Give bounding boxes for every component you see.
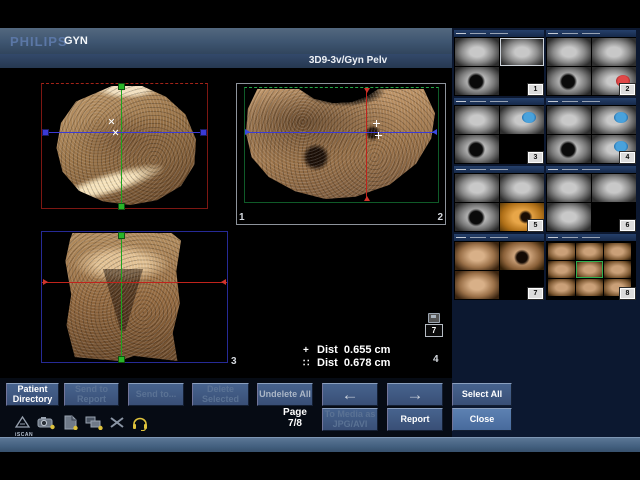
thumbnail-7[interactable]: 7 xyxy=(454,234,544,300)
measurement-result-2: ∷Dist 0.678 cm xyxy=(303,357,390,369)
thumbnail-8[interactable]: 8 xyxy=(546,234,636,300)
thumbnail-number-badge: 8 xyxy=(620,288,635,299)
measurement-1-label: Dist xyxy=(317,344,338,356)
thumbnail-number-badge: 1 xyxy=(528,84,543,95)
header-bar: PHILIPS GYN xyxy=(0,28,452,54)
caliper-2-symbol: ∷ xyxy=(303,358,317,369)
quadrant-number-2: 2 xyxy=(437,212,443,223)
thumbnail-header xyxy=(454,166,544,173)
current-image-number-badge: 7 xyxy=(425,324,443,337)
blue-line-handle xyxy=(200,129,207,136)
blue-line-handle xyxy=(245,129,250,135)
next-page-button[interactable]: → xyxy=(387,383,443,406)
delete-selected-button[interactable]: Delete Selected xyxy=(192,383,249,406)
red-line-handle xyxy=(364,196,370,201)
mpr-viewport: 1 2 3 4 7 +Dist 0.655 cm ∷Dist 0.678 cm xyxy=(0,68,452,378)
thumbnail-2[interactable]: 2 xyxy=(546,30,636,96)
thumbnail-number-badge: 6 xyxy=(620,220,635,231)
thumbnail-header xyxy=(546,30,636,37)
green-reference-line xyxy=(121,232,122,362)
thumbnail-6[interactable]: 6 xyxy=(546,166,636,232)
red-line-handle xyxy=(221,279,226,285)
caliper-x-marker xyxy=(108,118,115,125)
to-media-button[interactable]: To Media as JPG/AVI xyxy=(322,408,378,431)
thumbnail-4[interactable]: 4 xyxy=(546,98,636,164)
red-line-handle xyxy=(43,279,48,285)
blue-line-handle xyxy=(42,129,49,136)
headset-icon xyxy=(131,415,149,431)
green-line-handle xyxy=(118,203,125,210)
left-arrow-icon: ← xyxy=(342,388,359,402)
blue-reference-line xyxy=(42,132,207,133)
thumbnail-header xyxy=(546,166,636,173)
red-line-handle xyxy=(364,88,370,93)
ultrasound-image-coronal xyxy=(63,233,181,361)
caliper-plus-marker xyxy=(373,120,380,127)
red-reference-line xyxy=(42,282,227,283)
acquired-image-icon xyxy=(428,313,440,323)
echogenic-band xyxy=(57,157,167,210)
measurement-1-value: 0.655 cm xyxy=(344,344,390,356)
thumbnail-header xyxy=(546,98,636,105)
mpr-panel-sagittal[interactable] xyxy=(41,83,208,209)
page-indicator: Page 7/8 xyxy=(274,407,316,429)
footer-bar xyxy=(0,437,640,452)
ultrasound-image-sagittal xyxy=(52,86,202,205)
page-label: Page xyxy=(274,407,316,418)
green-line-handle xyxy=(118,356,125,363)
undelete-all-button[interactable]: Undelete All xyxy=(257,383,313,406)
thumbnail-number-badge: 3 xyxy=(528,152,543,163)
ultrasound-review-screen: PHILIPS GYN 3D9-3v/Gyn Pelv M5 xyxy=(0,0,640,480)
status-icon-row xyxy=(14,415,149,431)
caliper-1-symbol: + xyxy=(303,345,317,356)
camera-icon xyxy=(37,415,56,430)
uterine-cavity-shadow xyxy=(103,269,143,331)
page-value: 7/8 xyxy=(274,418,316,429)
thumbnail-number-badge: 4 xyxy=(620,152,635,163)
patient-directory-button[interactable]: Patient Directory xyxy=(6,383,59,406)
green-reference-line xyxy=(121,84,122,208)
thumbnail-header xyxy=(454,30,544,37)
thumbnail-number-badge: 5 xyxy=(528,220,543,231)
previous-page-button[interactable]: ← xyxy=(322,383,378,406)
caliper-x-marker xyxy=(112,129,119,136)
right-arrow-icon: → xyxy=(407,388,424,402)
thumbnail-header xyxy=(454,98,544,105)
close-button[interactable]: Close xyxy=(452,408,512,431)
thumbnail-3[interactable]: 3 xyxy=(454,98,544,164)
measurement-2-value: 0.678 cm xyxy=(344,357,390,369)
quadrant-number-3: 3 xyxy=(231,356,237,367)
exam-type-label: GYN xyxy=(64,35,88,47)
mute-icon xyxy=(109,415,125,430)
quadrant-number-1: 1 xyxy=(239,212,245,223)
mpr-panel-coronal[interactable] xyxy=(41,231,228,363)
philips-logo: PHILIPS xyxy=(10,34,68,49)
thumbnail-header xyxy=(454,234,544,241)
blue-line-handle xyxy=(432,129,437,135)
thumbnail-sidebar: 1 2 3 4 5 6 7 xyxy=(452,28,640,437)
red-reference-line xyxy=(366,88,367,201)
green-line-handle xyxy=(118,83,125,90)
caliper-plus-marker xyxy=(375,132,382,139)
blue-reference-line xyxy=(245,132,437,133)
send-to-report-button[interactable]: Send to Report xyxy=(64,383,119,406)
network-computer-icon xyxy=(85,415,103,430)
iscan-icon xyxy=(14,415,31,430)
transducer-preset-label: 3D9-3v/Gyn Pelv xyxy=(250,54,446,68)
thumbnail-number-badge: 7 xyxy=(528,288,543,299)
select-all-button[interactable]: Select All xyxy=(452,383,512,406)
report-button[interactable]: Report xyxy=(387,408,443,431)
thumbnail-number-badge: 2 xyxy=(620,84,635,95)
send-to-button[interactable]: Send to... xyxy=(128,383,184,406)
print-page-icon xyxy=(62,415,79,430)
green-line-handle xyxy=(118,232,125,239)
quadrant-number-4: 4 xyxy=(433,354,439,365)
thumbnail-header xyxy=(546,234,636,241)
measurement-result-1: +Dist 0.655 cm xyxy=(303,344,390,356)
transducer-title-bar: 3D9-3v/Gyn Pelv xyxy=(0,54,452,68)
thumbnail-1[interactable]: 1 xyxy=(454,30,544,96)
measurement-2-label: Dist xyxy=(317,357,338,369)
mpr-panel-transverse[interactable]: 1 2 xyxy=(236,83,446,225)
thumbnail-5[interactable]: 5 xyxy=(454,166,544,232)
